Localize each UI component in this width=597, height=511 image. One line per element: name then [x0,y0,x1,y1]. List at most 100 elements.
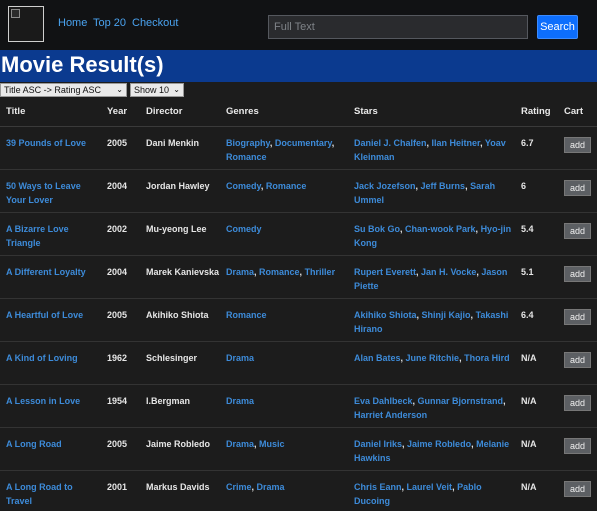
stars-cell: Daniel Iriks, Jaime Robledo, Melanie Haw… [348,427,515,471]
genre-link[interactable]: Music [259,439,285,449]
director-cell: Mu-yeong Lee [140,212,220,256]
movie-title-link[interactable]: A Heartful of Love [6,310,83,320]
year-cell: 2005 [101,126,140,170]
year-cell: 1962 [101,341,140,385]
star-link[interactable]: Eva Dahlbeck [354,396,413,406]
genre-link[interactable]: Romance [266,181,307,191]
genre-link[interactable]: Romance [226,152,267,162]
search-button[interactable]: Search [537,15,578,39]
column-header-genres: Genres [220,97,348,127]
cart-cell: add [558,255,597,299]
table-row: A Long Road to Travel 2001 Markus Davids Cr… [0,470,597,511]
star-link[interactable]: Gunnar Bjornstrand [418,396,504,406]
column-header-title: Title [0,97,101,127]
star-link[interactable]: Rupert Everett [354,267,416,277]
genre-link[interactable]: Drama [226,396,254,406]
star-link[interactable]: June Ritchie [406,353,460,363]
add-to-cart-button[interactable]: add [564,480,592,497]
add-to-cart-button[interactable]: add [564,265,592,282]
star-link[interactable]: Akihiko Shiota [354,310,417,320]
add-to-cart-button[interactable]: add [564,394,592,411]
add-to-cart-button[interactable]: add [564,179,592,196]
add-to-cart-button[interactable]: add [564,351,592,368]
stars-cell: Su Bok Go, Chan-wook Park, Hyo-jin Kong [348,212,515,256]
movie-title-link[interactable]: A Long Road to Travel [6,482,73,506]
star-link[interactable]: Daniel J. Chalfen [354,138,427,148]
star-link[interactable]: Harriet Anderson [354,410,427,420]
genre-link[interactable]: Documentary [275,138,332,148]
year-cell: 2002 [101,212,140,256]
add-to-cart-button[interactable]: add [564,308,592,325]
stars-cell: Jack Jozefson, Jeff Burns, Sarah Ummel [348,169,515,213]
movie-title-link[interactable]: 50 Ways to Leave Your Lover [6,181,81,205]
nav-checkout-link[interactable]: Checkout [132,17,178,29]
star-link[interactable]: Laurel Veit [407,482,453,492]
search-input[interactable] [268,15,528,39]
star-link[interactable]: Ilan Heitner [432,138,481,148]
star-link[interactable]: Jeff Burns [421,181,466,191]
year-cell: 2005 [101,427,140,471]
title-banner: Movie Result(s) [0,50,597,82]
logo-image[interactable] [8,6,44,42]
rating-cell: 6.7 [515,126,558,170]
star-link[interactable]: Jan H. Vocke [421,267,476,277]
chevron-down-icon: ⌄ [116,85,123,94]
rating-cell: N/A [515,427,558,471]
nav-top20-link[interactable]: Top 20 [93,17,126,29]
table-row: A Kind of Loving 1962 Schlesinger Drama Alan… [0,341,597,385]
rating-cell: 6 [515,169,558,213]
add-to-cart-button[interactable]: add [564,136,592,153]
movie-title-link[interactable]: A Lesson in Love [6,396,80,406]
genre-link[interactable]: Comedy [226,224,262,234]
star-link[interactable]: Chan-wook Park [405,224,476,234]
genre-link[interactable]: Romance [259,267,300,277]
genre-link[interactable]: Comedy [226,181,261,191]
star-link[interactable]: Shinji Kajio [422,310,471,320]
genres-cell: Comedy [220,212,348,256]
year-cell: 2001 [101,470,140,511]
movie-title-link[interactable]: 39 Pounds of Love [6,138,86,148]
table-row: A Heartful of Love 2005 Akihiko Shiota Roma… [0,298,597,342]
genre-link[interactable]: Drama [226,439,254,449]
title-cell: A Long Road to Travel [0,470,101,511]
title-cell: 50 Ways to Leave Your Lover [0,169,101,213]
star-link[interactable]: Jaime Robledo [407,439,471,449]
star-link[interactable]: Su Bok Go [354,224,400,234]
sort-select[interactable]: Title ASC -> Rating ASC ⌄ [0,83,127,97]
list-separator: , [503,395,506,406]
stars-cell: Eva Dahlbeck, Gunnar Bjornstrand, Harrie… [348,384,515,428]
add-to-cart-button[interactable]: add [564,222,592,239]
cart-cell: add [558,427,597,471]
genre-link[interactable]: Biography [226,138,270,148]
title-cell: A Heartful of Love [0,298,101,342]
column-header-rating: Rating [515,97,558,127]
movie-title-link[interactable]: A Bizarre Love Triangle [6,224,69,248]
title-cell: A Kind of Loving [0,341,101,385]
star-link[interactable]: Jack Jozefson [354,181,416,191]
genre-link[interactable]: Drama [226,267,254,277]
genre-link[interactable]: Crime [226,482,252,492]
column-header-director: Director [140,97,220,127]
star-link[interactable]: Daniel Iriks [354,439,402,449]
genre-link[interactable]: Thriller [305,267,336,277]
genre-link[interactable]: Romance [226,310,267,320]
movie-title-link[interactable]: A Different Loyalty [6,267,86,277]
title-cell: A Lesson in Love [0,384,101,428]
director-cell: Markus Davids [140,470,220,511]
director-cell: Jordan Hawley [140,169,220,213]
nav-home-link[interactable]: Home [58,17,87,29]
page-size-select[interactable]: Show 10 ⌄ [130,83,184,97]
star-link[interactable]: Chris Eann [354,482,402,492]
genre-link[interactable]: Drama [226,353,254,363]
list-separator: , [331,137,335,148]
add-to-cart-button[interactable]: add [564,437,592,454]
title-cell: A Different Loyalty [0,255,101,299]
star-link[interactable]: Thora Hird [464,353,510,363]
director-cell: Jaime Robledo [140,427,220,471]
genres-cell: Comedy, Romance [220,169,348,213]
genre-link[interactable]: Drama [257,482,285,492]
table-header-row: Title Year Director Genres Stars Rating Cart [0,97,597,127]
movie-title-link[interactable]: A Long Road [6,439,62,449]
movie-title-link[interactable]: A Kind of Loving [6,353,78,363]
star-link[interactable]: Alan Bates [354,353,401,363]
